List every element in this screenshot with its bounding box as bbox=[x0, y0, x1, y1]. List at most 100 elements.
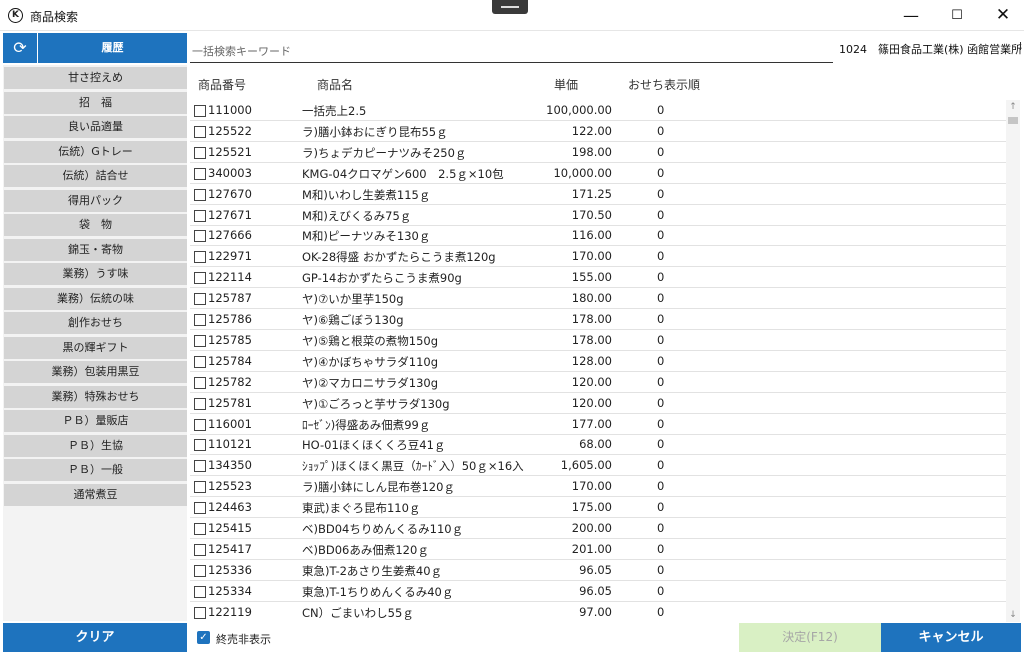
category-item[interactable]: 業務）特殊おせち bbox=[4, 385, 187, 408]
table-row[interactable]: 125782 ヤ)②マカロニサラダ130g 120.00 0 bbox=[190, 372, 1006, 393]
unit-price: 128.00 bbox=[571, 353, 612, 368]
table-row[interactable]: 125785 ヤ)⑤鶏と根菜の煮物150g 178.00 0 bbox=[190, 330, 1006, 351]
row-checkbox[interactable] bbox=[194, 376, 206, 389]
edge-divider bbox=[1020, 42, 1024, 50]
table-row[interactable]: 125415 ベ)BD04ちりめんくるみ110ｇ 200.00 0 bbox=[190, 518, 1006, 539]
row-checkbox[interactable] bbox=[194, 397, 206, 410]
category-item[interactable]: 黒の輝ギフト bbox=[4, 336, 187, 359]
category-item[interactable]: 甘さ控えめ bbox=[4, 67, 187, 89]
category-item[interactable]: 創作おせち bbox=[4, 312, 187, 334]
row-checkbox[interactable] bbox=[194, 334, 206, 347]
row-checkbox[interactable] bbox=[194, 293, 206, 306]
clear-button[interactable]: クリア bbox=[3, 623, 187, 652]
snap-bar-handle[interactable] bbox=[492, 0, 528, 14]
product-code: 127671 bbox=[208, 207, 252, 222]
table-row[interactable]: 125522 ラ)膳小鉢おにぎり昆布55ｇ 122.00 0 bbox=[190, 121, 1006, 142]
table-row[interactable]: 134350 ｼｮｯﾌﾟ)ほくほく黒豆（ｶｰﾄﾞ入）50ｇ×16入 1,605.00… bbox=[190, 455, 1006, 477]
category-item[interactable]: 伝統）Gトレー bbox=[4, 140, 187, 163]
row-checkbox[interactable] bbox=[194, 146, 206, 159]
row-checkbox[interactable] bbox=[194, 439, 206, 452]
row-checkbox[interactable] bbox=[194, 125, 206, 138]
hide-discontinued-label: 終売非表示 bbox=[216, 633, 271, 646]
table-row[interactable]: 116001 ﾛｰｾﾞﾝ)得盛あみ佃煮99ｇ 177.00 0 bbox=[190, 414, 1006, 435]
osechi-order: 0 bbox=[657, 604, 665, 619]
row-checkbox[interactable] bbox=[194, 314, 206, 326]
row-checkbox[interactable] bbox=[194, 230, 206, 243]
table-row[interactable]: 125334 東急)T-1ちりめんくるみ40ｇ 96.05 0 bbox=[190, 581, 1006, 602]
row-checkbox[interactable] bbox=[194, 355, 206, 368]
unit-price: 170.50 bbox=[571, 207, 612, 222]
unit-price: 120.00 bbox=[571, 395, 612, 410]
product-name: ベ)BD06あみ佃煮120ｇ bbox=[302, 542, 429, 557]
category-item[interactable]: 錦玉・寄物 bbox=[4, 238, 187, 261]
row-checkbox[interactable] bbox=[194, 481, 206, 494]
category-item[interactable]: 袋 物 bbox=[4, 214, 187, 236]
category-item[interactable]: 業務）うす味 bbox=[4, 263, 187, 285]
confirm-button[interactable]: 決定(F12) bbox=[739, 623, 881, 652]
table-row[interactable]: 124463 東武)まぐろ昆布110ｇ 175.00 0 bbox=[190, 497, 1006, 519]
row-checkbox[interactable] bbox=[194, 209, 206, 222]
table-row[interactable]: 125786 ヤ)⑥鶏ごぼう130g 178.00 0 bbox=[190, 309, 1006, 330]
table-row[interactable]: 125787 ヤ)⑦いか里芋150g 180.00 0 bbox=[190, 288, 1006, 310]
row-checkbox[interactable] bbox=[194, 460, 206, 473]
category-item[interactable]: 招 福 bbox=[4, 91, 187, 114]
row-checkbox[interactable] bbox=[194, 251, 206, 264]
product-name: GP-14おかずたらこうま煮90g bbox=[302, 271, 462, 286]
table-row[interactable]: 127671 M和)えびくるみ75ｇ 170.50 0 bbox=[190, 205, 1006, 226]
table-row[interactable]: 125417 ベ)BD06あみ佃煮120ｇ 201.00 0 bbox=[190, 539, 1006, 560]
table-row[interactable]: 122971 OK-28得盛 おかずたらこうま煮120g 170.00 0 bbox=[190, 246, 1006, 268]
refresh-button[interactable]: ⟳ bbox=[3, 33, 37, 63]
category-item[interactable]: 得用パック bbox=[4, 189, 187, 212]
row-checkbox[interactable] bbox=[194, 523, 206, 535]
minimize-button[interactable]: — bbox=[888, 0, 934, 31]
scroll-thumb[interactable] bbox=[1008, 117, 1018, 124]
table-row[interactable]: 125781 ヤ)①ごろっと芋サラダ130g 120.00 0 bbox=[190, 393, 1006, 414]
unit-price: 178.00 bbox=[571, 332, 612, 347]
row-checkbox[interactable] bbox=[194, 167, 206, 180]
cancel-button[interactable]: キャンセル bbox=[881, 623, 1021, 652]
table-row[interactable]: 340003 KMG-04クロマゲン600 2.5ｇ×10包 10,000.00 0 bbox=[190, 163, 1006, 184]
row-checkbox[interactable] bbox=[194, 502, 206, 515]
osechi-order: 0 bbox=[657, 207, 665, 222]
keyword-search-input[interactable] bbox=[190, 40, 833, 63]
category-item[interactable]: ＰＢ）一般 bbox=[4, 459, 187, 481]
row-checkbox[interactable] bbox=[194, 418, 206, 431]
osechi-order: 0 bbox=[657, 228, 665, 243]
product-code: 125334 bbox=[208, 583, 252, 598]
unit-price: 175.00 bbox=[571, 500, 612, 515]
category-item[interactable]: 通常煮豆 bbox=[4, 483, 187, 506]
maximize-button[interactable]: ☐ bbox=[934, 0, 980, 31]
table-row[interactable]: 125523 ラ)膳小鉢にしん昆布巻120ｇ 170.00 0 bbox=[190, 476, 1006, 498]
table-row[interactable]: 111000 一括売上2.5 100,000.00 0 bbox=[190, 100, 1006, 121]
table-row[interactable]: 110121 HO-01ほくほくくろ豆41ｇ 68.00 0 bbox=[190, 434, 1006, 456]
row-checkbox[interactable] bbox=[194, 105, 206, 117]
close-button[interactable]: ✕ bbox=[980, 0, 1024, 31]
row-checkbox[interactable] bbox=[194, 272, 206, 285]
category-item[interactable]: 伝統）詰合せ bbox=[4, 165, 187, 187]
category-item[interactable]: 業務）包装用黒豆 bbox=[4, 361, 187, 383]
product-code: 111000 bbox=[208, 103, 252, 117]
product-name: ベ)BD04ちりめんくるみ110ｇ bbox=[302, 522, 464, 536]
unit-price: 120.00 bbox=[571, 374, 612, 389]
category-item[interactable]: ＰＢ）量販店 bbox=[4, 410, 187, 432]
table-row[interactable]: 125336 東急)T-2あさり生姜煮40ｇ 96.05 0 bbox=[190, 560, 1006, 581]
category-item[interactable]: 良い品適量 bbox=[4, 116, 187, 138]
category-item[interactable]: ＰＢ）生協 bbox=[4, 434, 187, 457]
history-button[interactable]: 履歴 bbox=[38, 33, 187, 63]
scroll-down-icon[interactable]: ↓ bbox=[1006, 608, 1020, 622]
row-checkbox[interactable] bbox=[194, 585, 206, 598]
table-row[interactable]: 125521 ラ)ちょデカピーナツみそ250ｇ 198.00 0 bbox=[190, 142, 1006, 163]
row-checkbox[interactable] bbox=[194, 188, 206, 201]
hide-discontinued-checkbox[interactable]: ✓ bbox=[197, 631, 210, 644]
table-row[interactable]: 127666 M和)ピーナツみそ130ｇ 116.00 0 bbox=[190, 225, 1006, 247]
table-row[interactable]: 122114 GP-14おかずたらこうま煮90g 155.00 0 bbox=[190, 267, 1006, 289]
row-checkbox[interactable] bbox=[194, 606, 206, 619]
scroll-up-icon[interactable]: ↑ bbox=[1006, 100, 1020, 114]
table-row[interactable]: 122119 CN）ごまいわし55ｇ 97.00 0 bbox=[190, 602, 1006, 622]
table-row[interactable]: 127670 M和)いわし生姜煮115ｇ 171.25 0 bbox=[190, 184, 1006, 205]
table-scrollbar[interactable]: ↑ ↓ bbox=[1006, 100, 1020, 622]
row-checkbox[interactable] bbox=[194, 564, 206, 577]
table-row[interactable]: 125784 ヤ)④かぼちゃサラダ110g 128.00 0 bbox=[190, 351, 1006, 372]
row-checkbox[interactable] bbox=[194, 543, 206, 556]
category-item[interactable]: 業務）伝統の味 bbox=[4, 287, 187, 310]
